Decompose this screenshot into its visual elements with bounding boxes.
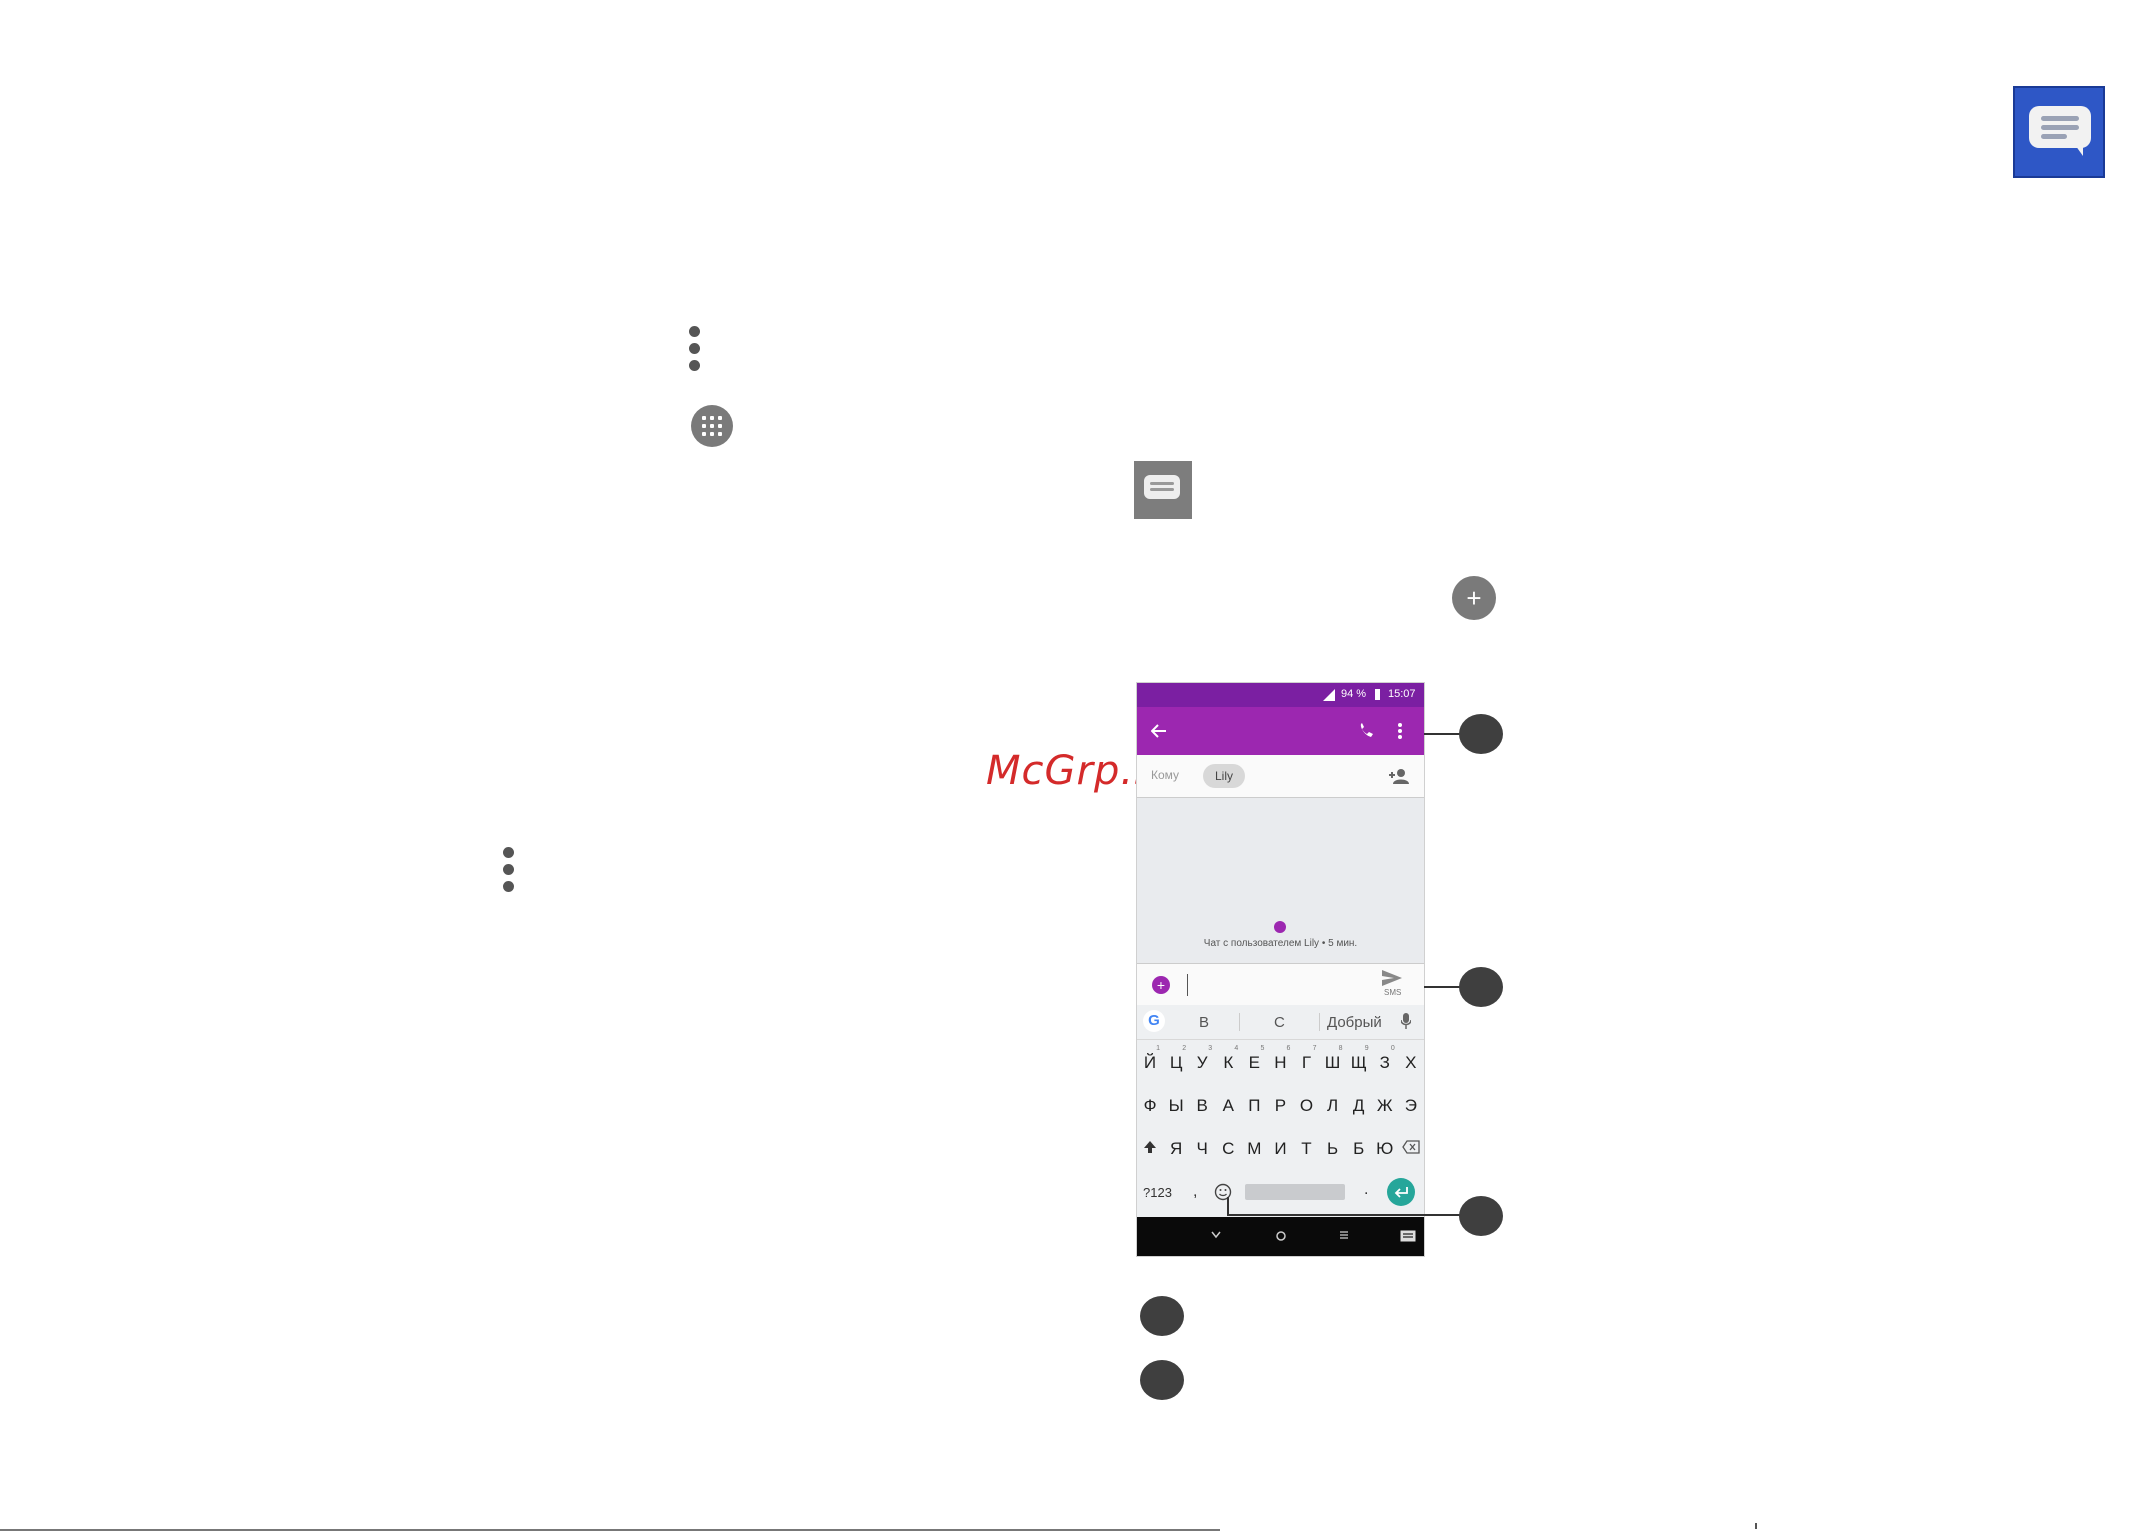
keyboard-icon[interactable] — [1400, 1230, 1416, 1242]
callout-line — [1227, 1214, 1460, 1216]
legend-marker — [1140, 1296, 1184, 1336]
footer-rule — [0, 1529, 1220, 1531]
add-group-icon[interactable] — [1388, 768, 1410, 784]
key[interactable]: Ю — [1373, 1139, 1397, 1159]
apps-grid-icon — [691, 405, 733, 447]
key[interactable]: Э — [1399, 1096, 1423, 1116]
text-cursor[interactable] — [1187, 974, 1188, 996]
avatar — [1274, 921, 1286, 933]
callout-line — [1424, 733, 1460, 735]
key[interactable]: 1Й — [1138, 1045, 1162, 1073]
key[interactable]: Х — [1399, 1053, 1423, 1073]
clock: 15:07 — [1388, 688, 1416, 700]
suggestion[interactable]: С — [1274, 1014, 1285, 1031]
key[interactable]: 2Ц — [1164, 1045, 1188, 1073]
attach-add-icon[interactable]: + — [1152, 976, 1170, 994]
mic-icon[interactable] — [1401, 1013, 1411, 1029]
key[interactable]: Ь — [1321, 1139, 1345, 1159]
key-row-2: Ф Ы В А П Р О Л Д Ж Э — [1137, 1087, 1424, 1125]
key-row-1: 1Й 2Ц 3У 4К 5Е 6Н 7Г 8Ш 9Щ 0З Х — [1137, 1044, 1424, 1082]
key-row-3: Я Ч С М И Т Ь Б Ю — [1137, 1130, 1424, 1168]
key-row-4: ?123 , . — [1137, 1173, 1424, 1213]
nav-down-icon[interactable] — [1211, 1231, 1221, 1239]
period-key[interactable]: . — [1364, 1181, 1368, 1199]
suggestion[interactable]: Добрый — [1327, 1014, 1382, 1031]
google-icon[interactable]: G — [1143, 1010, 1165, 1032]
battery-percent: 94 % — [1341, 688, 1367, 700]
key[interactable]: Я — [1164, 1139, 1188, 1159]
key[interactable]: 7Г — [1295, 1045, 1319, 1073]
home-icon[interactable] — [1275, 1230, 1287, 1242]
enter-key[interactable] — [1387, 1178, 1415, 1206]
key[interactable]: 8Ш — [1321, 1045, 1345, 1073]
navigation-bar — [1137, 1217, 1424, 1256]
key[interactable]: Ф — [1138, 1096, 1162, 1116]
key[interactable]: А — [1216, 1096, 1240, 1116]
suggestion[interactable]: В — [1199, 1014, 1209, 1031]
space-bar[interactable] — [1245, 1184, 1345, 1200]
back-arrow-icon[interactable] — [1151, 724, 1167, 738]
key[interactable]: Б — [1347, 1139, 1371, 1159]
key[interactable]: Р — [1268, 1096, 1292, 1116]
recents-icon[interactable] — [1339, 1230, 1349, 1240]
emoji-icon[interactable] — [1214, 1183, 1232, 1201]
key[interactable]: С — [1216, 1139, 1240, 1159]
status-bar: 94 % 15:07 — [1137, 683, 1424, 707]
callout-marker — [1459, 714, 1503, 754]
enter-icon — [1394, 1187, 1408, 1198]
callout-line — [1424, 986, 1460, 988]
app-bar — [1137, 707, 1424, 755]
key[interactable]: 4К — [1216, 1045, 1240, 1073]
recipients-hint: Кому — [1151, 768, 1180, 782]
compose-bar: + SMS — [1137, 963, 1424, 1006]
key[interactable]: Ж — [1373, 1096, 1397, 1116]
recipient-chip[interactable]: Lily — [1203, 764, 1246, 788]
send-icon[interactable] — [1382, 970, 1402, 986]
phone-call-icon[interactable] — [1358, 723, 1374, 739]
signal-icon — [1323, 689, 1335, 701]
key[interactable]: П — [1242, 1096, 1266, 1116]
legend-marker — [1140, 1360, 1184, 1400]
callout-line — [1227, 1197, 1229, 1215]
key[interactable]: В — [1190, 1096, 1214, 1116]
callout-marker — [1459, 1196, 1503, 1236]
key[interactable]: Ы — [1164, 1096, 1188, 1116]
suggestion-strip: G В С Добрый — [1137, 1005, 1424, 1040]
send-label: SMS — [1384, 988, 1402, 997]
keyboard: G В С Добрый 1Й 2Ц 3У 4К 5Е 6Н 7Г 8Ш 9Щ … — [1137, 1005, 1424, 1217]
key[interactable]: 0З — [1373, 1045, 1397, 1073]
comma-key[interactable]: , — [1193, 1183, 1197, 1201]
more-vert-icon — [689, 326, 701, 377]
more-vert-icon[interactable] — [1398, 723, 1402, 739]
key[interactable]: Ч — [1190, 1139, 1214, 1159]
recipients-bar: Кому Lily — [1137, 755, 1424, 798]
phone-screenshot: 94 % 15:07 Кому Lily Чат с пользователем… — [1136, 682, 1425, 1257]
shift-icon[interactable] — [1138, 1139, 1162, 1159]
messages-icon — [1134, 461, 1192, 519]
key[interactable]: 5Е — [1242, 1045, 1266, 1073]
key[interactable]: 9Щ — [1347, 1045, 1371, 1073]
add-icon: + — [1452, 576, 1496, 620]
conversation-area: Чат с пользователем Lily • 5 мин. — [1137, 798, 1424, 963]
more-vert-icon — [503, 847, 515, 898]
conversation-info: Чат с пользователем Lily • 5 мин. — [1203, 938, 1358, 949]
key[interactable]: И — [1268, 1139, 1292, 1159]
footer-mark — [1755, 1523, 1757, 1529]
key[interactable]: О — [1295, 1096, 1319, 1116]
messages-logo-icon — [2013, 86, 2105, 178]
battery-icon — [1375, 689, 1380, 700]
key[interactable]: 6Н — [1268, 1045, 1292, 1073]
symbols-key[interactable]: ?123 — [1143, 1185, 1172, 1200]
key[interactable]: М — [1242, 1139, 1266, 1159]
key[interactable]: Т — [1295, 1139, 1319, 1159]
backspace-icon[interactable] — [1399, 1139, 1423, 1159]
callout-marker — [1459, 967, 1503, 1007]
key[interactable]: 3У — [1190, 1045, 1214, 1073]
key[interactable]: Д — [1347, 1096, 1371, 1116]
key[interactable]: Л — [1321, 1096, 1345, 1116]
